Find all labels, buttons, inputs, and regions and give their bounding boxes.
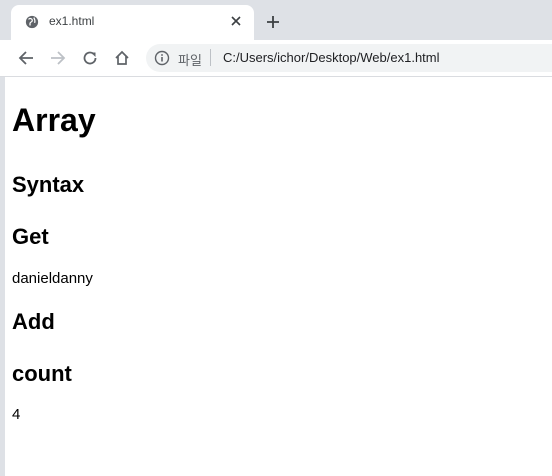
page-title: Array [12,102,96,138]
browser-toolbar: 파일 C:/Users/ichor/Desktop/Web/ex1.html [0,40,552,77]
count-output-text: 4 [12,406,21,423]
plus-icon [267,16,279,28]
back-button[interactable] [16,48,36,68]
arrow-left-icon [18,51,33,65]
home-icon [115,50,129,65]
info-icon[interactable] [154,50,170,66]
section-heading-add: Add [12,309,55,334]
reload-button[interactable] [80,48,100,68]
page-content: Array Syntax Get danieldanny Add count 4 [12,77,542,424]
address-scheme-label: 파일 [178,54,202,69]
section-heading-syntax: Syntax [12,172,85,197]
address-url[interactable]: C:/Users/ichor/Desktop/Web/ex1.html [223,50,440,65]
forward-button[interactable] [48,48,68,68]
globe-icon [25,15,39,29]
close-icon [231,16,241,26]
home-button[interactable] [112,48,132,68]
address-separator [210,49,211,66]
tab-title: ex1.html [49,14,95,28]
arrow-right-icon [51,51,66,65]
section-heading-get: Get [12,224,49,249]
reload-icon [83,51,97,65]
tab-strip: ex1.html [0,0,552,40]
browser-tab[interactable]: ex1.html [11,5,254,40]
close-tab-button[interactable] [228,13,244,29]
new-tab-button[interactable] [262,11,284,33]
address-bar[interactable]: 파일 C:/Users/ichor/Desktop/Web/ex1.html [146,44,552,72]
get-output-text: danieldanny [12,270,93,287]
section-heading-count: count [12,361,72,386]
